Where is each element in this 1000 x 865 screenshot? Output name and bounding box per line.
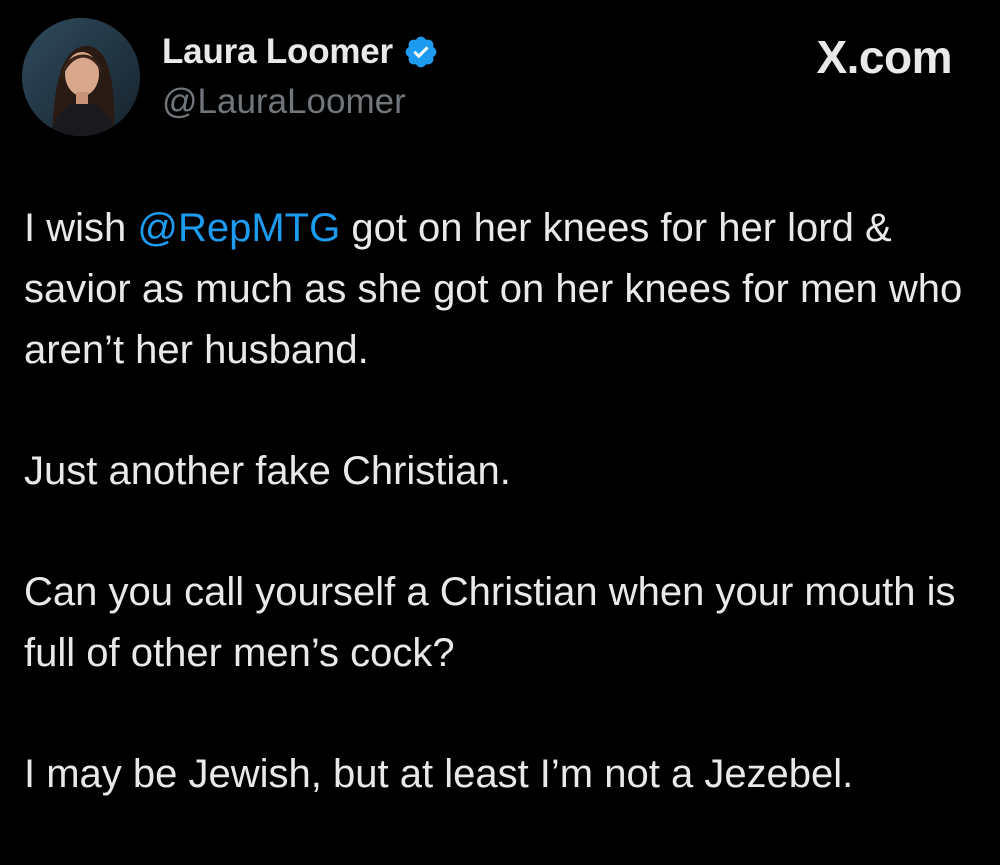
tweet-header: Laura Loomer @LauraLoomer X.com [22,18,978,136]
tweet-paragraph-4: I may be Jewish, but at least I’m not a … [24,752,854,796]
display-name[interactable]: Laura Loomer [162,32,393,72]
tweet-paragraph-1: I wish @RepMTG got on her knees for her … [24,198,974,381]
name-row: Laura Loomer [162,32,439,72]
tweet-text-segment: I wish [24,206,138,250]
tweet-paragraph-2: Just another fake Christian. [24,449,511,493]
site-label: X.com [816,31,952,83]
tweet-paragraph-3: Can you call yourself a Christian when y… [24,570,956,675]
avatar[interactable] [22,18,140,136]
mention-link[interactable]: @RepMTG [137,206,340,250]
avatar-image [22,18,140,136]
user-handle[interactable]: @LauraLoomer [162,82,406,122]
tweet-text: I wish @RepMTG got on her knees for her … [24,198,974,865]
verified-badge-icon [403,34,439,70]
